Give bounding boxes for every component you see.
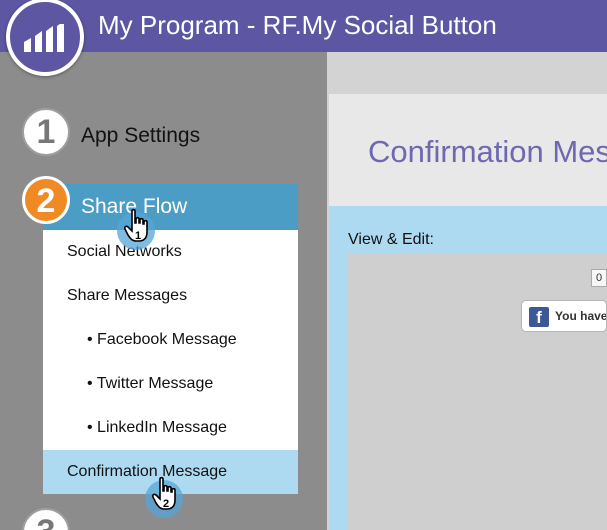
submenu-item-label: • Facebook Message: [87, 331, 237, 348]
share-counter: 0: [591, 269, 607, 287]
page-title: Confirmation Mes: [368, 134, 607, 169]
program-title: My Program - RF.My Social Button: [98, 10, 497, 40]
bar-chart-logo-icon: [24, 24, 64, 52]
app-header-bar: My Program - RF.My Social Button: [0, 0, 607, 52]
click-marker-1: 1: [117, 208, 165, 254]
click-step-number: 2: [163, 498, 170, 510]
facebook-icon: f: [529, 307, 549, 327]
submenu-item-label: • LinkedIn Message: [87, 419, 227, 436]
marketo-logo[interactable]: [6, 0, 84, 76]
preview-area[interactable]: [348, 253, 607, 530]
view-edit-label: View & Edit:: [348, 231, 434, 248]
facebook-share-button[interactable]: f You have: [521, 300, 607, 332]
step-1-badge: 1: [22, 108, 70, 156]
click-step-number: 1: [135, 230, 142, 242]
submenu-item-twitter-message[interactable]: • Twitter Message: [43, 362, 298, 406]
submenu-item-social-networks[interactable]: Social Networks: [43, 230, 298, 274]
submenu-item-label: • Twitter Message: [87, 375, 214, 392]
click-marker-2: 2: [145, 476, 193, 522]
step-2-badge: 2: [22, 176, 70, 224]
facebook-button-text: You have: [555, 309, 607, 323]
submenu-item-label: Share Messages: [67, 287, 188, 304]
submenu-item-facebook-message[interactable]: • Facebook Message: [43, 318, 298, 362]
share-flow-submenu: Social Networks Share Messages • Faceboo…: [43, 230, 298, 494]
submenu-item-share-messages[interactable]: Share Messages: [43, 274, 298, 318]
submenu-item-linkedin-message[interactable]: • LinkedIn Message: [43, 406, 298, 450]
step-app-settings[interactable]: App Settings: [81, 124, 200, 148]
